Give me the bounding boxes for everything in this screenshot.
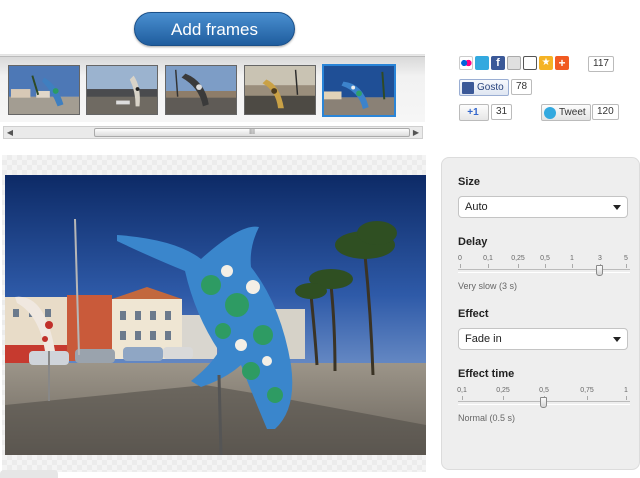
delay-tick: 0,5 [540,255,550,262]
delay-slider-handle[interactable] [596,265,603,276]
delay-tick: 1 [570,255,574,262]
size-select-value: Auto [465,201,488,213]
scroll-left-icon[interactable]: ◀ [4,127,16,138]
effect-select-value: Fade in [465,333,502,345]
flickr-icon[interactable] [459,56,473,70]
tweet-button[interactable]: Tweet [541,104,591,121]
favorite-icon[interactable]: ★ [539,56,553,70]
animation-preview [2,155,426,472]
effect-label: Effect [458,308,489,320]
effect-time-label: Effect time [458,368,515,380]
settings-panel: Size Auto Delay 0 0,1 0,25 0,5 1 3 5 Ver… [441,157,640,470]
tweet-bird-icon [544,106,556,119]
delay-label: Delay [458,236,488,248]
chevron-down-icon [613,205,621,210]
google-plus-one-button[interactable]: +1 [459,104,489,121]
print-icon[interactable] [523,56,537,70]
effect-time-value-note: Normal (0.5 s) [458,413,516,423]
filmstrip-scrollbar[interactable]: ◀ III ▶ [3,126,423,139]
effect-time-tick: 0,75 [580,387,594,394]
share-count: 117 [588,56,614,72]
email-icon[interactable] [507,56,521,70]
facebook-like-icon [462,81,474,94]
frame-thumbnail-4[interactable] [244,65,316,115]
facebook-like-label: Gosto [477,82,504,93]
add-frames-button[interactable]: Add frames [134,12,295,46]
app-root: Add frames ◀ III ▶ f ★ + 117 Gosto 78 +1… [0,0,640,478]
delay-tick: 3 [598,255,602,262]
effect-time-tick: 1 [624,387,628,394]
delay-value-note: Very slow (3 s) [458,281,518,291]
effect-time-slider-handle[interactable] [540,397,547,408]
scroll-right-icon[interactable]: ▶ [410,127,422,138]
scroll-thumb[interactable]: III [94,128,410,137]
filmstrip [0,56,425,122]
delay-tick-marks [458,264,630,268]
tweet-count: 120 [592,104,619,120]
facebook-like-button[interactable]: Gosto [459,79,509,96]
chevron-down-icon [613,337,621,342]
frame-thumbnail-1[interactable] [8,65,80,115]
delay-tick: 0 [458,255,462,262]
size-select[interactable]: Auto [458,196,628,218]
delay-tick: 0,1 [483,255,493,262]
frame-thumbnail-2[interactable] [86,65,158,115]
effect-time-tick: 0,25 [496,387,510,394]
frame-thumbnail-5-selected[interactable] [322,64,396,117]
tweet-label: Tweet [559,107,586,118]
effect-time-tick: 0,1 [457,387,467,394]
effect-select[interactable]: Fade in [458,328,628,350]
size-label: Size [458,176,481,188]
google-plus-one-label: +1 [467,107,479,118]
delay-tick: 0,25 [511,255,525,262]
delay-slider-track[interactable] [458,269,630,273]
effect-time-tick: 0,5 [539,387,549,394]
google-plus-one-count: 31 [491,104,513,120]
facebook-like-count: 78 [511,79,533,95]
facebook-icon[interactable]: f [491,56,505,70]
bottom-tab[interactable] [0,470,58,478]
preview-image [5,175,426,455]
delay-tick: 5 [624,255,628,262]
add-icon[interactable]: + [555,56,569,70]
twitter-icon[interactable] [475,56,489,70]
frame-thumbnail-3[interactable] [165,65,237,115]
share-icons: f ★ + [459,56,569,71]
